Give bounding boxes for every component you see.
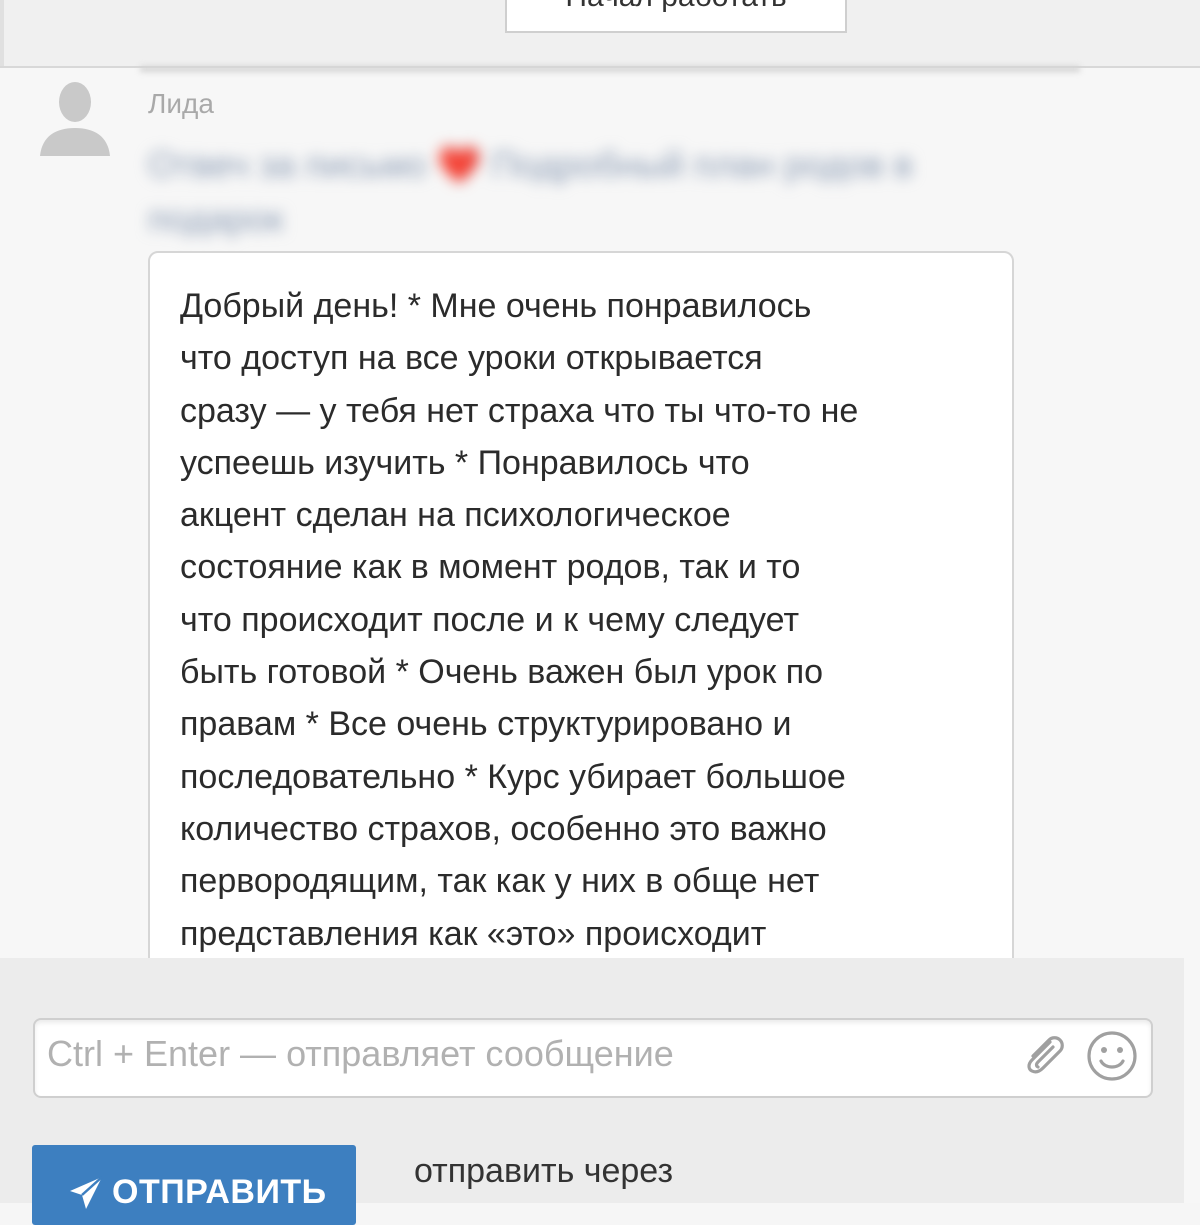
start-working-label: Начал работать: [565, 0, 786, 13]
quoted-message-preview: Отвеч за письмо ❤️ Подробный план родов …: [148, 138, 1048, 246]
start-working-button[interactable]: Начал работать: [505, 0, 847, 33]
message-line: быть готовой * Очень важен был урок по: [180, 653, 824, 692]
message-line: сразу — у тебя нет страха что ты что-то …: [180, 391, 859, 430]
top-toolbar: Начал работать: [0, 0, 1200, 68]
paperclip-icon[interactable]: [1020, 1034, 1068, 1074]
message-line: что доступ на все уроки открывается: [180, 339, 763, 378]
message-line: правам * Все очень структурировано и: [180, 705, 792, 744]
message-line: акцент сделан на психологическое: [180, 496, 731, 535]
message-body: Добрый день! * Мне очень понравилось что …: [180, 280, 1010, 960]
message-line: представления как «это» происходит: [180, 914, 767, 953]
send-button[interactable]: ОТПРАВИТЬ: [32, 1145, 356, 1225]
quoted-preview-text: Отвеч за письмо ❤️ Подробный план родов …: [148, 144, 913, 239]
message-line: последовательно * Курс убирает большое: [180, 757, 846, 796]
divider: [140, 66, 1080, 72]
send-via-label[interactable]: отправить через: [414, 1152, 673, 1191]
message-input-placeholder: Ctrl + Enter — отправляет сообщение: [47, 1033, 674, 1074]
message-line: первородящим, так как у них в обще нет: [180, 862, 820, 901]
message-line: Добрый день! * Мне очень понравилось: [180, 287, 812, 325]
message-line: количество страхов, особенно это важно: [180, 809, 827, 848]
message-line: состояние как в момент родов, так и то: [180, 548, 801, 587]
send-button-label: ОТПРАВИТЬ: [112, 1173, 327, 1211]
message-line: что происходит после и к чему следует: [180, 600, 800, 639]
composer-edge: [1184, 958, 1200, 1203]
smiley-icon[interactable]: [1086, 1030, 1138, 1082]
sender-name: Лида: [148, 88, 214, 119]
avatar-placeholder-icon: [40, 82, 110, 156]
paper-plane-icon: [70, 1176, 103, 1209]
message-line: успеешь изучить * Понравилось что: [180, 443, 750, 482]
